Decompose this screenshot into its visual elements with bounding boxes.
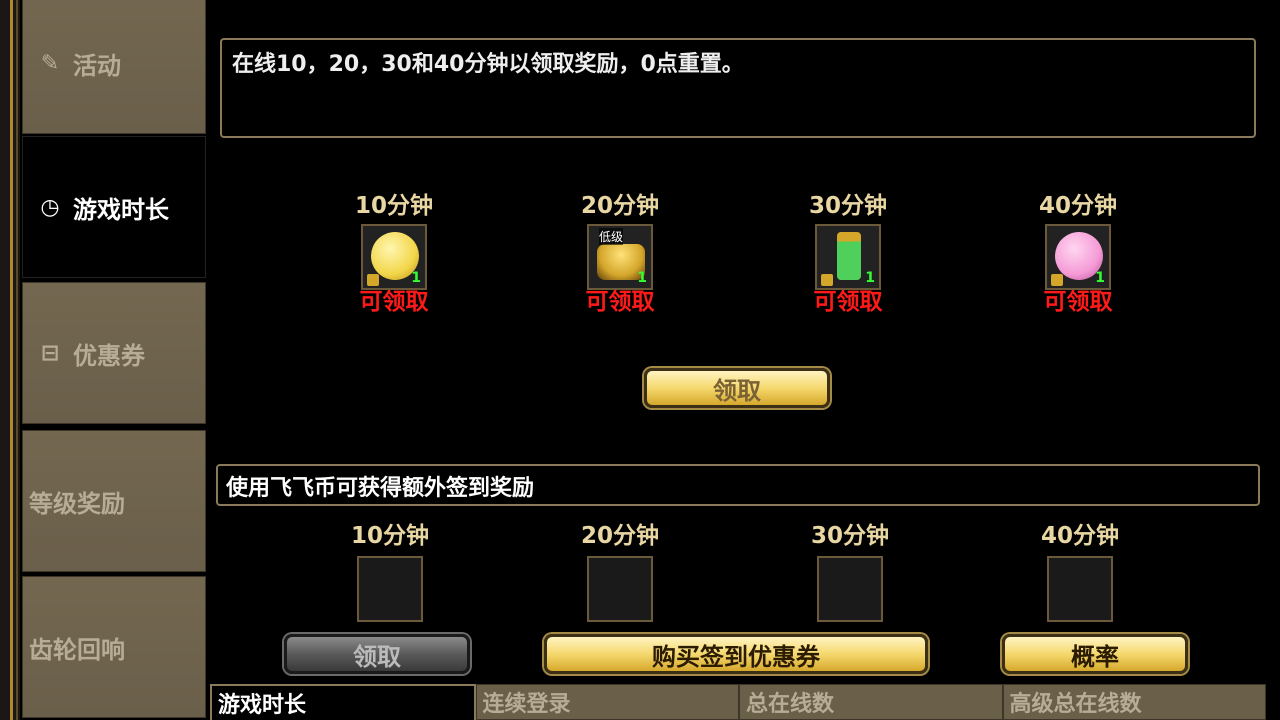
bonus-slot-30min: 30分钟 <box>790 516 910 622</box>
lock-icon <box>821 274 833 286</box>
ticket-icon: ✎ <box>40 50 60 76</box>
sidebar-item-gear-echo[interactable]: 齿轮回响 <box>22 576 206 718</box>
claim-button-label: 领取 <box>713 376 761 405</box>
bonus-item-slot[interactable] <box>817 556 883 622</box>
tab-premium-total-online[interactable]: 高级总在线数 <box>1002 684 1266 720</box>
reward-30min[interactable]: 30分钟 1 可领取 <box>788 186 908 316</box>
item-count: 1 <box>637 270 647 286</box>
tab-playtime[interactable]: 游戏时长 <box>210 684 476 720</box>
reward-time: 40分钟 <box>1038 193 1117 219</box>
description-text: 在线10，20，30和40分钟以领取奖励，0点重置。 <box>232 52 744 77</box>
edge-gold-line <box>10 0 13 720</box>
bonus-claim-label: 领取 <box>353 642 401 671</box>
coupon-icon: ⊟ <box>40 340 60 366</box>
tab-total-online[interactable]: 总在线数 <box>739 684 1003 720</box>
sidebar-item-activity[interactable]: ✎ 活动 <box>22 0 206 134</box>
bonus-item-slot[interactable] <box>1047 556 1113 622</box>
buy-coupon-label: 购买签到优惠券 <box>652 642 820 671</box>
item-grade-tag: 低级 <box>599 228 624 245</box>
bottom-tabs: 游戏时长 连续登录 总在线数 高级总在线数 <box>210 684 1266 720</box>
sidebar-item-label: 游戏时长 <box>73 195 169 224</box>
buy-coupon-button[interactable]: 购买签到优惠券 <box>544 634 928 674</box>
reward-10min[interactable]: 10分钟 1 可领取 <box>334 186 454 316</box>
reward-20min[interactable]: 20分钟 低级 1 可领取 <box>560 186 680 316</box>
lock-icon <box>367 274 379 286</box>
sidebar-item-label: 活动 <box>73 51 121 80</box>
sidebar-item-label: 齿轮回响 <box>29 635 125 664</box>
edge-line <box>16 0 18 720</box>
bonus-item-slot[interactable] <box>587 556 653 622</box>
main-panel: 在线10，20，30和40分钟以领取奖励，0点重置。 10分钟 1 可领取 20… <box>206 0 1280 720</box>
bonus-slot-40min: 40分钟 <box>1020 516 1140 622</box>
tab-label: 高级总在线数 <box>1009 692 1142 717</box>
claim-button[interactable]: 领取 <box>644 368 830 408</box>
item-count: 1 <box>1095 270 1105 286</box>
reward-time: 20分钟 <box>580 193 659 219</box>
bonus-slot-time: 30分钟 <box>810 523 889 549</box>
reward-time: 30分钟 <box>808 193 887 219</box>
reward-item-slot[interactable]: 1 <box>361 224 427 290</box>
bonus-slot-20min: 20分钟 <box>560 516 680 622</box>
reward-time: 10分钟 <box>354 193 433 219</box>
bonus-slot-time: 20分钟 <box>580 523 659 549</box>
bonus-claim-button[interactable]: 领取 <box>284 634 470 674</box>
tab-label: 游戏时长 <box>218 693 307 718</box>
bonus-text: 使用飞飞币可获得额外签到奖励 <box>226 476 535 501</box>
reward-item-slot[interactable]: 1 <box>1045 224 1111 290</box>
potion-icon <box>837 232 861 280</box>
bonus-slot-time: 40分钟 <box>1040 523 1119 549</box>
bonus-slot-10min: 10分钟 <box>330 516 450 622</box>
bonus-item-slot[interactable] <box>357 556 423 622</box>
bonus-slot-time: 10分钟 <box>350 523 429 549</box>
lock-icon <box>1051 274 1063 286</box>
reward-40min[interactable]: 40分钟 1 可领取 <box>1018 186 1138 316</box>
item-count: 1 <box>865 270 875 286</box>
description-box: 在线10，20，30和40分钟以领取奖励，0点重置。 <box>220 38 1256 138</box>
bonus-bar: 使用飞飞币可获得额外签到奖励 <box>216 464 1260 506</box>
sidebar-item-label: 等级奖励 <box>29 489 125 518</box>
probability-button[interactable]: 概率 <box>1002 634 1188 674</box>
probability-label: 概率 <box>1071 642 1119 671</box>
reward-item-slot[interactable]: 低级 1 <box>587 224 653 290</box>
sidebar-item-coupon[interactable]: ⊟ 优惠券 <box>22 282 206 424</box>
sidebar-item-label: 优惠券 <box>73 341 145 370</box>
clock-icon: ◷ <box>40 194 60 220</box>
reward-item-slot[interactable]: 1 <box>815 224 881 290</box>
tab-label: 连续登录 <box>482 692 571 717</box>
sidebar-item-playtime[interactable]: ◷ 游戏时长 <box>22 136 206 278</box>
tab-consecutive-login[interactable]: 连续登录 <box>475 684 739 720</box>
tab-label: 总在线数 <box>746 692 835 717</box>
sidebar: ✎ 活动 ◷ 游戏时长 ⊟ 优惠券 等级奖励 齿轮回响 <box>20 0 206 720</box>
sidebar-item-level-reward[interactable]: 等级奖励 <box>22 430 206 572</box>
item-count: 1 <box>411 270 421 286</box>
